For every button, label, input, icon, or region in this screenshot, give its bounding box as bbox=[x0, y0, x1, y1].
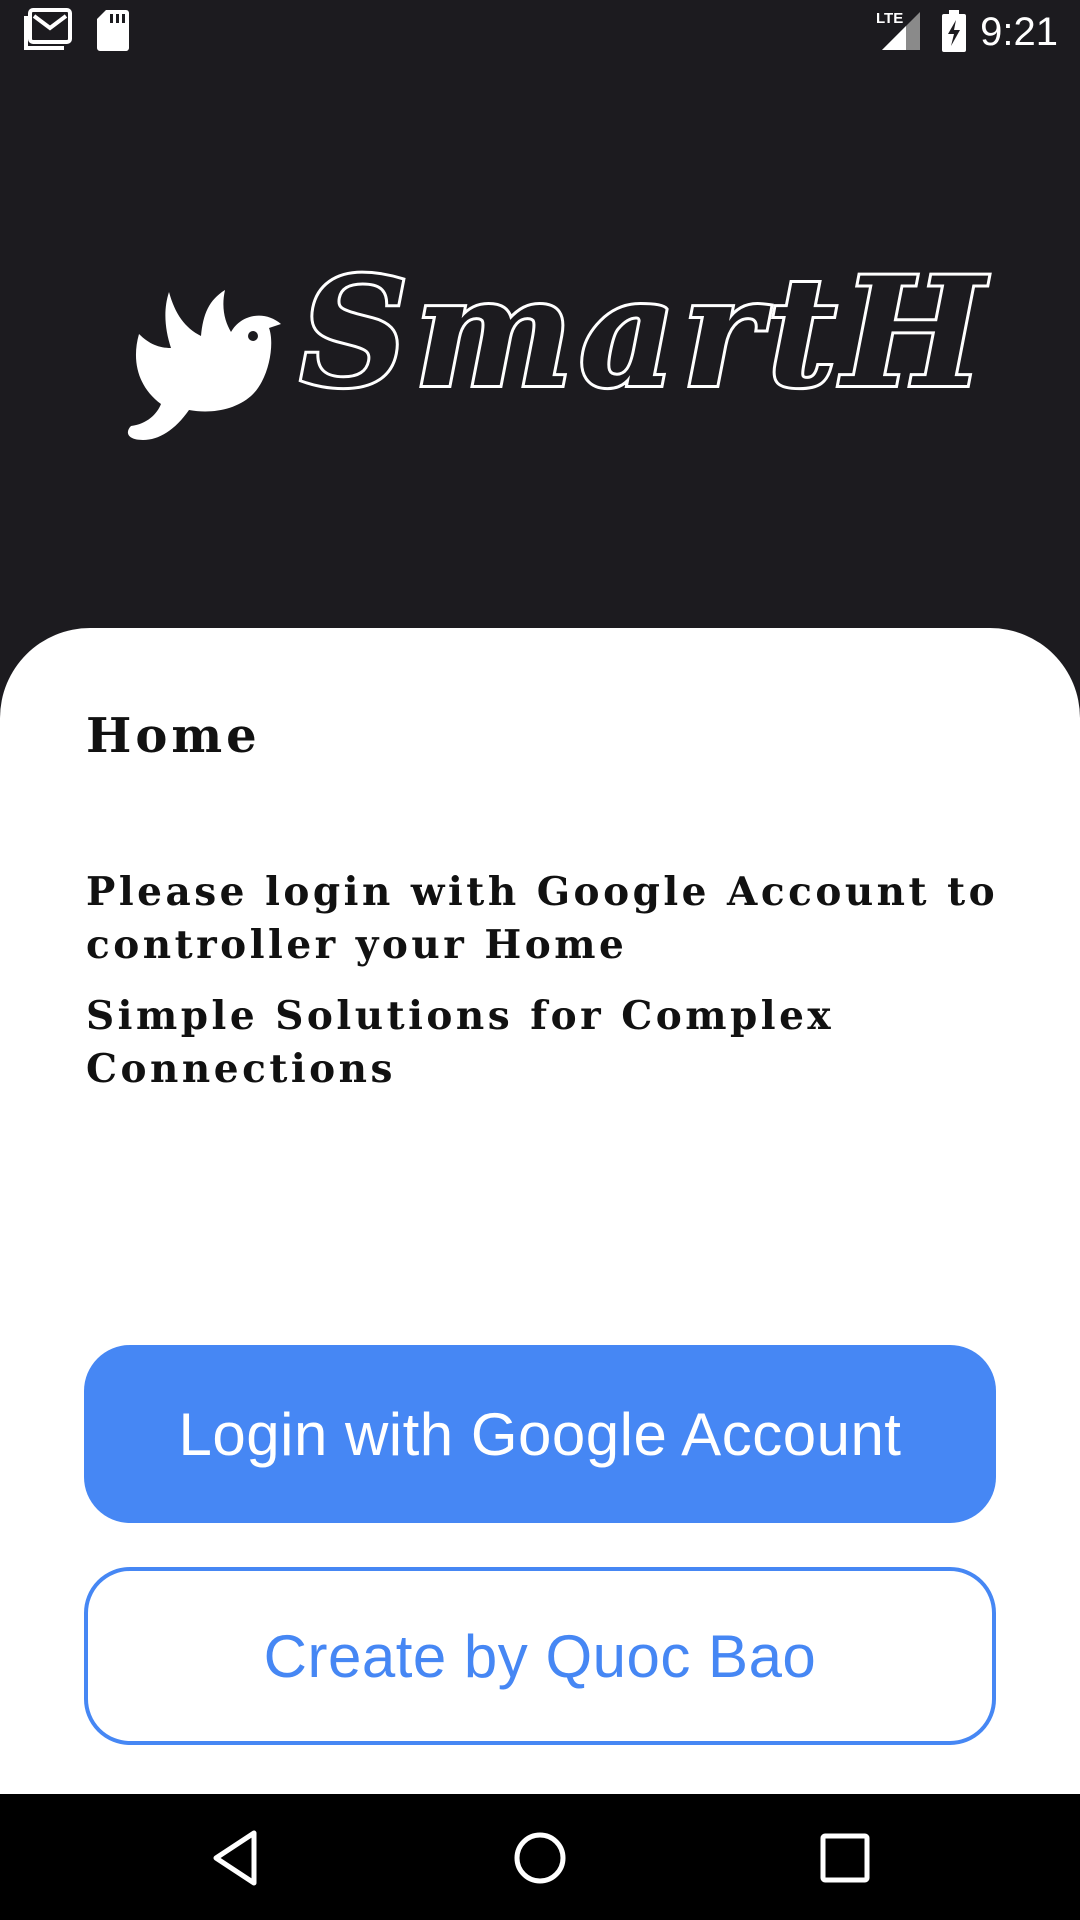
navigation-bar bbox=[0, 1794, 1080, 1920]
page-title: Home bbox=[86, 708, 261, 764]
login-instructions: Please login with Google Account to cont… bbox=[86, 869, 999, 968]
back-icon[interactable] bbox=[208, 1829, 268, 1892]
home-icon[interactable] bbox=[510, 1829, 570, 1892]
tagline: Simple Solutions for Complex Connections bbox=[86, 993, 835, 1092]
header: SmartH bbox=[0, 63, 1080, 628]
gmail-icon bbox=[24, 8, 72, 57]
content-card: Home Please login with Google Account to… bbox=[0, 628, 1080, 1794]
status-time: 9:21 bbox=[980, 10, 1058, 54]
login-google-button[interactable]: Login with Google Account bbox=[84, 1345, 996, 1523]
app-logo-text: SmartH bbox=[297, 242, 991, 424]
sd-card-icon bbox=[96, 8, 130, 57]
status-bar: LTE 9:21 bbox=[0, 0, 1080, 63]
create-by-button[interactable]: Create by Quoc Bao bbox=[84, 1567, 996, 1745]
recents-icon[interactable] bbox=[815, 1829, 875, 1892]
network-type-label: LTE bbox=[876, 10, 904, 27]
battery-charging-icon bbox=[940, 10, 968, 57]
bird-icon bbox=[125, 284, 285, 451]
